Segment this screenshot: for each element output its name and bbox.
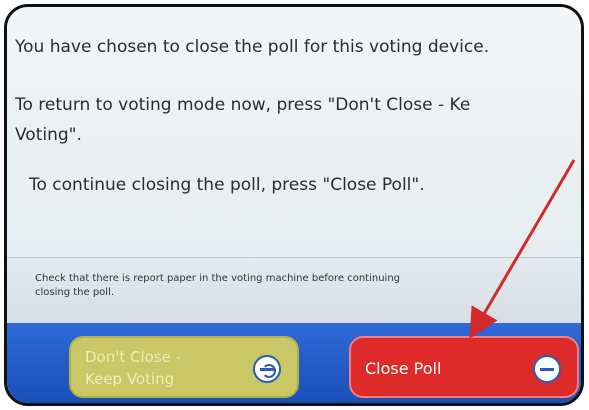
keep-voting-label-line-2: Keep Voting: [85, 370, 175, 388]
refresh-icon: [253, 355, 281, 383]
close-poll-label: Close Poll: [365, 359, 442, 378]
keep-voting-label-line-1: Don't Close -: [85, 348, 182, 366]
voting-device-screen: You have chosen to close the poll for th…: [4, 4, 584, 406]
paper-notice: Check that there is report paper in the …: [35, 272, 400, 300]
keep-voting-label: Don't Close - Keep Voting: [85, 346, 181, 390]
message-line-1: You have chosen to close the poll for th…: [15, 37, 490, 57]
message-panel: You have chosen to close the poll for th…: [7, 7, 581, 255]
close-poll-button[interactable]: Close Poll: [349, 336, 579, 398]
paper-notice-line-1: Check that there is report paper in the …: [35, 273, 401, 284]
message-line-3: Voting".: [15, 125, 82, 145]
message-line-2: To return to voting mode now, press "Don…: [15, 95, 471, 115]
dont-close-keep-voting-button[interactable]: Don't Close - Keep Voting: [69, 336, 299, 398]
message-line-4: To continue closing the poll, press "Clo…: [29, 175, 425, 195]
paper-notice-line-2: closing the poll.: [35, 287, 115, 298]
minus-icon: [533, 355, 561, 383]
